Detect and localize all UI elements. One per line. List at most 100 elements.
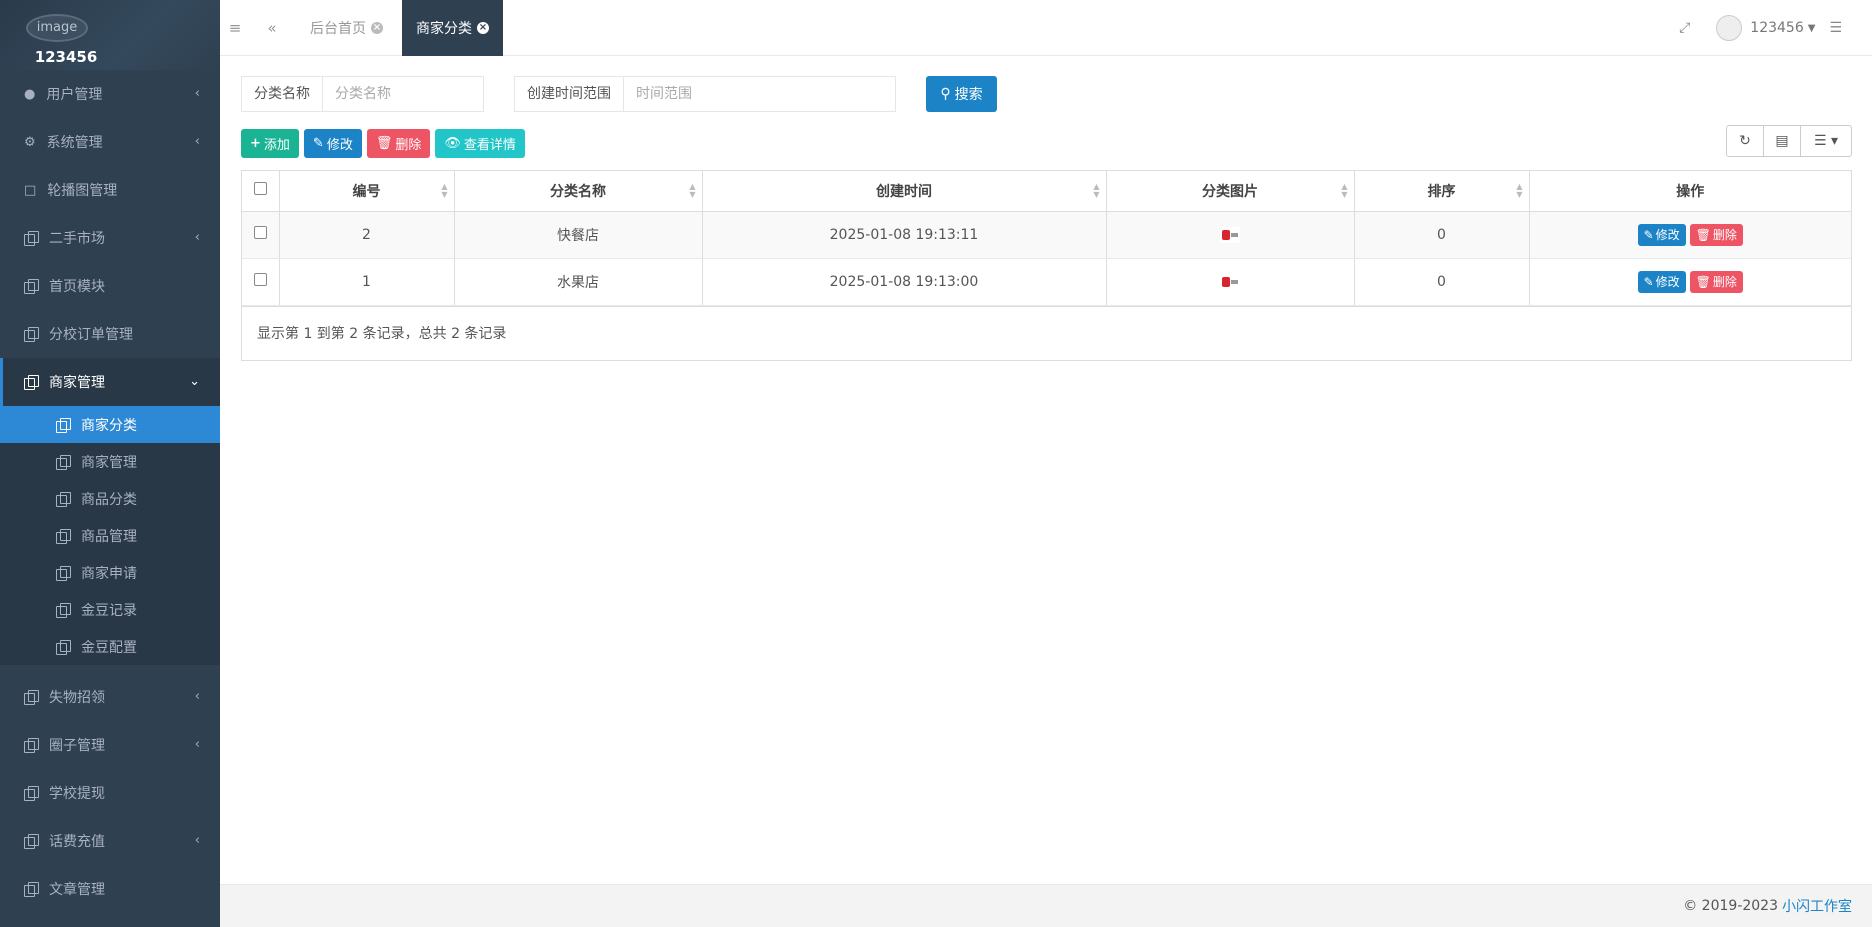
sidebar: image 123456 ● 用户管理 ‹ ⚙ 系统管理 ‹ □ 轮播图管理 二… xyxy=(0,0,220,927)
trash-icon: 🗑︎ xyxy=(1695,227,1711,242)
add-button[interactable]: + 添加 xyxy=(241,129,299,158)
cell-actions: ✎ 修改 🗑︎ 删除 xyxy=(1529,258,1851,306)
copy-icon xyxy=(24,786,39,801)
sidebar-item-label: 圈子管理 xyxy=(49,738,105,754)
sidebar-item-label: 学校提现 xyxy=(49,786,105,802)
copy-icon xyxy=(24,231,39,246)
studio-link[interactable]: 小闪工作室 xyxy=(1782,896,1852,916)
sidebar-item-branch-orders[interactable]: 分校订单管理 xyxy=(0,310,220,358)
delete-button[interactable]: 🗑︎ 删除 xyxy=(366,129,431,158)
cell-sort: 0 xyxy=(1354,258,1530,306)
sidebar-item-carousel-management[interactable]: □ 轮播图管理 xyxy=(0,166,220,214)
refresh-icon[interactable]: ↻ xyxy=(1727,126,1764,156)
toggle-view-icon[interactable]: ▤ xyxy=(1764,126,1801,156)
sidebar-item-user-management[interactable]: ● 用户管理 ‹ xyxy=(0,70,220,118)
row-edit-label: 修改 xyxy=(1655,275,1680,289)
topbar: ≡ « 后台首页 × 商家分类 × ⤢ 123456 ▼ ☰ xyxy=(220,0,1872,56)
copy-icon xyxy=(24,834,39,849)
column-label: 分类图片 xyxy=(1202,183,1258,200)
chevron-left-icon: ‹ xyxy=(194,833,200,848)
sidebar-subitem-label: 金豆记录 xyxy=(81,602,137,619)
row-checkbox[interactable] xyxy=(253,273,267,286)
row-edit-button[interactable]: ✎ 修改 xyxy=(1637,223,1686,246)
select-all-checkbox[interactable] xyxy=(253,182,267,196)
column-header-sort[interactable]: 排序 ▲ ▼ xyxy=(1354,171,1530,212)
sidebar-subitem-gold-bean-records[interactable]: 金豆记录 xyxy=(0,591,220,628)
time-range-input[interactable] xyxy=(624,77,884,111)
user-icon: ● xyxy=(24,86,36,102)
search-button[interactable]: ⚲ 搜索 xyxy=(926,76,997,112)
edit-button[interactable]: ✎ 修改 xyxy=(303,129,362,158)
category-thumbnail[interactable] xyxy=(1220,226,1240,243)
sidebar-item-home-module[interactable]: 首页模块 xyxy=(0,262,220,310)
sidebar-subitem-label: 商家申请 xyxy=(81,565,137,582)
time-range-label: 创建时间范围 xyxy=(515,77,624,111)
avatar[interactable]: image xyxy=(26,14,88,42)
copy-icon xyxy=(56,417,71,433)
sidebar-item-phone-recharge[interactable]: 话费充值 ‹ xyxy=(0,817,220,865)
sidebar-subitem-product-category[interactable]: 商品分类 xyxy=(0,480,220,517)
row-delete-label: 删除 xyxy=(1712,275,1737,289)
sidebar-item-second-hand-market[interactable]: 二手市场 ‹ xyxy=(0,214,220,262)
tab-merchant-category[interactable]: 商家分类 × xyxy=(402,0,503,56)
user-avatar[interactable] xyxy=(1716,15,1743,41)
column-label: 编号 xyxy=(352,183,381,200)
search-icon: ⚲ xyxy=(940,86,951,102)
sidebar-item-article-management[interactable]: 文章管理 xyxy=(0,865,220,913)
sidebar-item-lost-and-found[interactable]: 失物招领 ‹ xyxy=(0,673,220,721)
sidebar-subitem-product-management[interactable]: 商品管理 xyxy=(0,517,220,554)
edit-button-label: 修改 xyxy=(326,138,353,153)
settings-list-icon[interactable]: ☰ xyxy=(1829,20,1842,36)
column-header-id[interactable]: 编号 ▲ ▼ xyxy=(279,171,455,212)
column-header-name[interactable]: 分类名称 ▲ ▼ xyxy=(454,171,703,212)
cell-name: 快餐店 xyxy=(454,211,703,259)
user-menu-name[interactable]: 123456 xyxy=(1750,20,1803,36)
category-thumbnail[interactable] xyxy=(1220,273,1240,290)
sidebar-subitem-merchant-management[interactable]: 商家管理 xyxy=(0,443,220,480)
main-content: 分类名称 创建时间范围 ⚲ 搜索 + 添加 ✎ 修改 🗑︎ 删除 👁︎ 查看详情 xyxy=(220,56,1872,884)
row-delete-button[interactable]: 🗑︎ 删除 xyxy=(1689,270,1743,293)
add-button-label: 添加 xyxy=(263,138,290,153)
copy-icon xyxy=(24,882,39,897)
row-delete-button[interactable]: 🗑︎ 删除 xyxy=(1689,223,1743,246)
sidebar-subitem-label: 商品管理 xyxy=(81,528,137,545)
tab-label: 后台首页 xyxy=(310,21,366,37)
sidebar-item-circle-management[interactable]: 圈子管理 ‹ xyxy=(0,721,220,769)
merchant-submenu: 商家分类 商家管理 商品分类 商品管理 商家申请 金豆记录 金豆配置 xyxy=(0,406,220,665)
pagination-summary: 显示第 1 到第 2 条记录，总共 2 条记录 xyxy=(242,305,1851,360)
sidebar-item-school-withdrawal[interactable]: 学校提现 xyxy=(0,769,220,817)
cell-actions: ✎ 修改 🗑︎ 删除 xyxy=(1529,211,1851,259)
row-edit-button[interactable]: ✎ 修改 xyxy=(1637,270,1686,293)
tab-label: 商家分类 xyxy=(416,21,472,37)
menu-toggle-icon[interactable]: ≡ xyxy=(220,0,250,56)
sidebar-item-system-management[interactable]: ⚙ 系统管理 ‹ xyxy=(0,118,220,166)
view-details-button[interactable]: 👁︎ 查看详情 xyxy=(435,129,525,158)
column-header-image[interactable]: 分类图片 ▲ ▼ xyxy=(1106,171,1355,212)
sidebar-subitem-gold-bean-config[interactable]: 金豆配置 xyxy=(0,628,220,665)
sort-icon: ▲ ▼ xyxy=(1093,182,1100,199)
sidebar-item-merchant-management[interactable]: 商家管理 ⌄ xyxy=(0,358,220,406)
sidebar-menu: ● 用户管理 ‹ ⚙ 系统管理 ‹ □ 轮播图管理 二手市场 ‹ 首页模块 分校… xyxy=(0,70,220,406)
sidebar-subitem-label: 商家分类 xyxy=(81,417,137,434)
sidebar-item-label: 商家管理 xyxy=(49,375,105,391)
tab-scroll-left-icon[interactable]: « xyxy=(257,0,287,56)
sidebar-subitem-merchant-category[interactable]: 商家分类 xyxy=(0,406,220,443)
copyright-text: © 2019-2023 xyxy=(1683,898,1778,914)
sidebar-subitem-merchant-application[interactable]: 商家申请 xyxy=(0,554,220,591)
chevron-down-icon: ⌄ xyxy=(189,374,200,389)
column-header-created[interactable]: 创建时间 ▲ ▼ xyxy=(702,171,1107,212)
cell-image xyxy=(1106,258,1355,306)
fullscreen-icon[interactable]: ⤢ xyxy=(1679,20,1690,36)
cell-id: 2 xyxy=(279,211,455,259)
category-name-input[interactable] xyxy=(323,77,483,111)
sidebar-item-label: 轮播图管理 xyxy=(47,183,118,199)
close-icon[interactable]: × xyxy=(371,22,383,34)
copy-icon xyxy=(56,602,71,618)
table-row: 2 快餐店 2025-01-08 19:13:11 0 ✎ 修改 🗑︎ 删除 xyxy=(242,211,1851,259)
close-icon[interactable]: × xyxy=(477,22,489,34)
columns-dropdown-icon[interactable]: ☰ ▾ xyxy=(1801,126,1851,156)
cell-created: 2025-01-08 19:13:00 xyxy=(702,258,1107,306)
caret-down-icon[interactable]: ▼ xyxy=(1808,23,1816,34)
tab-dashboard[interactable]: 后台首页 × xyxy=(296,0,397,56)
row-checkbox[interactable] xyxy=(253,226,267,239)
